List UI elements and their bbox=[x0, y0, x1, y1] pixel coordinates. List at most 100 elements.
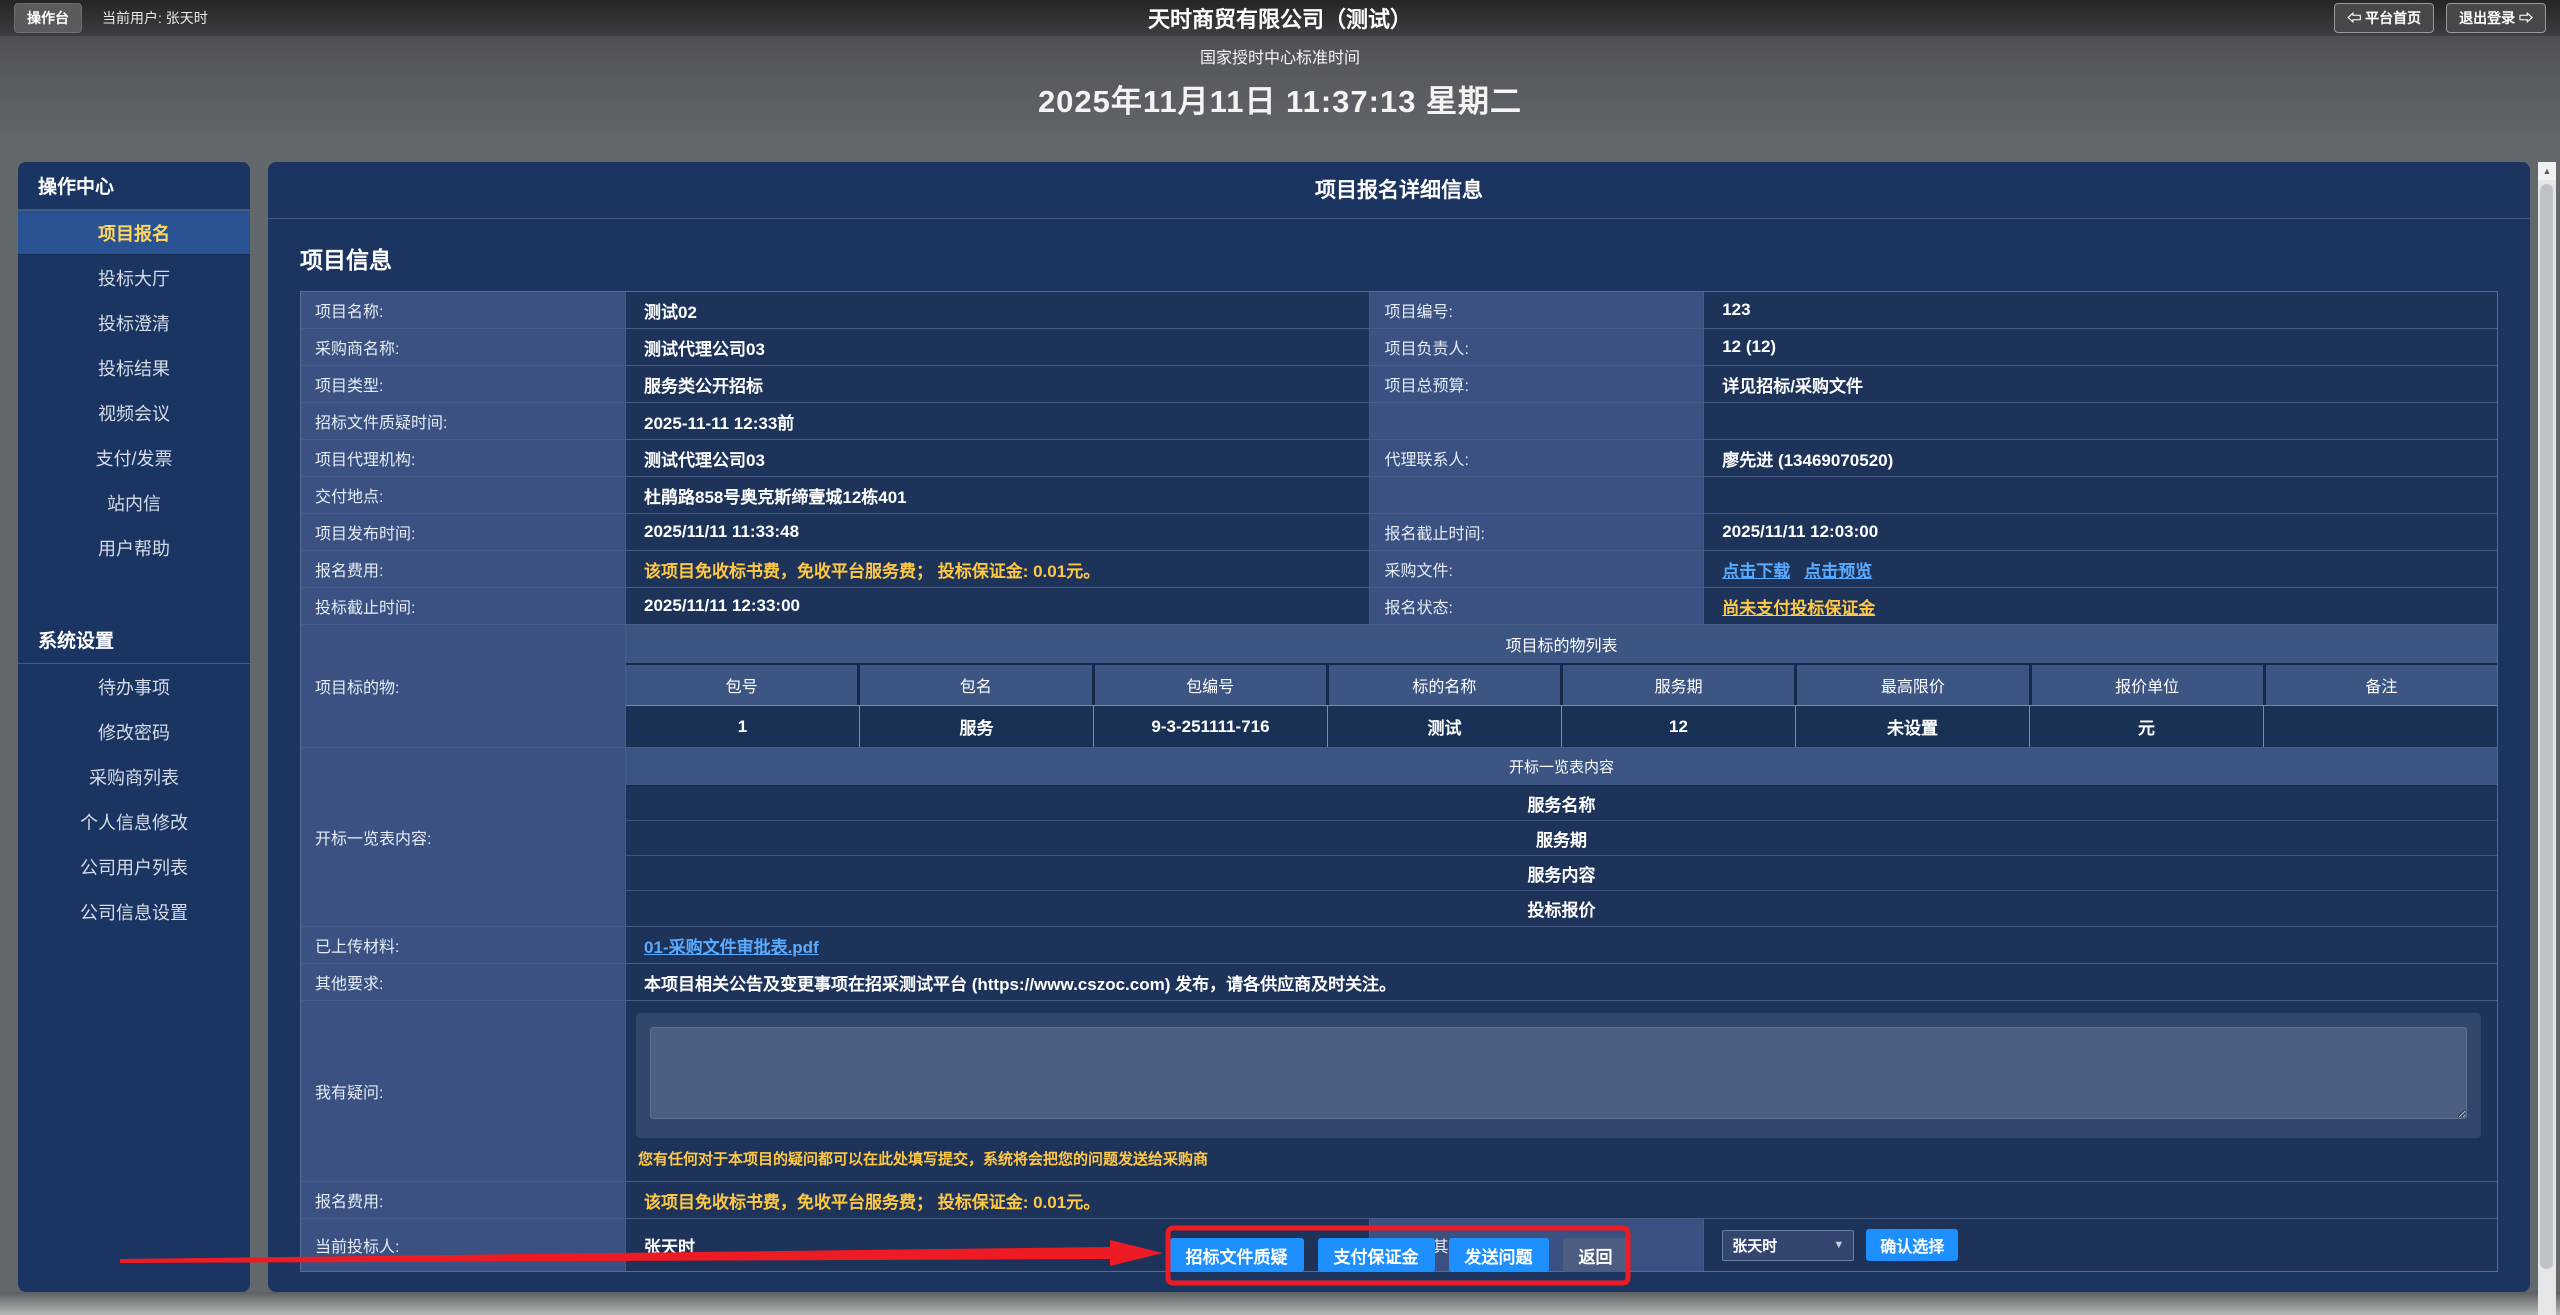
opening-list-title: 开标一览表内容 bbox=[626, 748, 2497, 786]
cell-max-price: 未设置 bbox=[1796, 706, 2030, 747]
opening-item: 投标报价 bbox=[626, 891, 2497, 926]
sidebar-item-bid-clarify[interactable]: 投标澄清 bbox=[18, 300, 250, 345]
row-label: 其他要求: bbox=[301, 964, 626, 1000]
top-bar: 操作台 当前用户: 张天时 天时商贸有限公司（测试） ⇦ 平台首页 退出登录 ⇨ bbox=[0, 0, 2560, 36]
question-box bbox=[636, 1013, 2481, 1138]
footer-actions: 招标文件质疑 支付保证金 发送问题 返回 bbox=[268, 1238, 2530, 1272]
opening-item: 服务期 bbox=[626, 821, 2497, 856]
main-panel: 项目报名详细信息 项目信息 项目名称: 测试02 项目编号: 123 采购商名称… bbox=[268, 162, 2530, 1292]
page-title: 项目报名详细信息 bbox=[268, 162, 2530, 219]
sidebar-item-change-password[interactable]: 修改密码 bbox=[18, 709, 250, 754]
bid-deadline-value: 2025/11/11 12:33:00 bbox=[626, 588, 1370, 624]
cell-package-code: 9-3-251111-716 bbox=[1094, 706, 1328, 747]
empty-value bbox=[1704, 403, 2497, 439]
package-table-title: 项目标的物列表 bbox=[626, 625, 2497, 665]
row-label: 项目代理机构: bbox=[301, 440, 626, 476]
project-info-table: 项目名称: 测试02 项目编号: 123 采购商名称: 测试代理公司03 项目负… bbox=[300, 291, 2498, 1272]
row-label: 项目负责人: bbox=[1370, 329, 1704, 365]
purchaser-name-value: 测试代理公司03 bbox=[626, 329, 1370, 365]
table-row: 报名费用: 该项目免收标书费，免收平台服务费； 投标保证金: 0.01元。 采购… bbox=[301, 551, 2497, 588]
question-textarea[interactable] bbox=[650, 1027, 2467, 1119]
table-row: 招标文件质疑时间: 2025-11-11 12:33前 bbox=[301, 403, 2497, 440]
table-row: 投标截止时间: 2025/11/11 12:33:00 报名状态: 尚未支付投标… bbox=[301, 588, 2497, 625]
table-row: 采购商名称: 测试代理公司03 项目负责人: 12 (12) bbox=[301, 329, 2497, 366]
row-label: 项目类型: bbox=[301, 366, 626, 402]
fee-row: 报名费用: 该项目免收标书费，免收平台服务费； 投标保证金: 0.01元。 bbox=[301, 1182, 2497, 1219]
table-row: 项目代理机构: 测试代理公司03 代理联系人: 廖先进 (13469070520… bbox=[301, 440, 2497, 477]
row-label: 项目编号: bbox=[1370, 292, 1704, 328]
row-label: 我有疑问: bbox=[301, 1001, 626, 1181]
sidebar-item-todo[interactable]: 待办事项 bbox=[18, 664, 250, 709]
package-table-headers: 包号 包名 包编号 标的名称 服务期 最高限价 报价单位 备注 bbox=[626, 665, 2497, 705]
fee-value: 该项目免收标书费，免收平台服务费； 投标保证金: 0.01元。 bbox=[626, 1182, 2497, 1218]
agency-contact-value: 廖先进 (13469070520) bbox=[1704, 440, 2497, 476]
package-row: 项目标的物: 项目标的物列表 包号 包名 包编号 标的名称 服务期 最高限价 报… bbox=[301, 625, 2497, 748]
pay-deposit-button[interactable]: 支付保证金 bbox=[1318, 1238, 1435, 1272]
opening-list: 开标一览表内容 服务名称 服务期 服务内容 投标报价 bbox=[626, 748, 2497, 926]
doc-challenge-button[interactable]: 招标文件质疑 bbox=[1170, 1238, 1304, 1272]
cell-package-name: 服务 bbox=[860, 706, 1094, 747]
cell-subject-name: 测试 bbox=[1328, 706, 1562, 747]
opening-list-row: 开标一览表内容: 开标一览表内容 服务名称 服务期 服务内容 投标报价 bbox=[301, 748, 2497, 927]
question-row: 我有疑问: 您有任何对于本项目的疑问都可以在此处填写提交，系统将会把您的问题发送… bbox=[301, 1001, 2497, 1182]
question-deadline-value: 2025-11-11 12:33前 bbox=[626, 403, 1370, 439]
row-label: 招标文件质疑时间: bbox=[301, 403, 626, 439]
col-header: 备注 bbox=[2266, 665, 2497, 705]
sidebar-item-project-signup[interactable]: 项目报名 bbox=[18, 210, 250, 255]
row-label: 报名费用: bbox=[301, 1182, 626, 1218]
sidebar-item-company-settings[interactable]: 公司信息设置 bbox=[18, 889, 250, 934]
company-title: 天时商贸有限公司（测试） bbox=[0, 2, 2560, 34]
row-label-empty bbox=[1370, 403, 1704, 439]
sidebar-item-user-help[interactable]: 用户帮助 bbox=[18, 525, 250, 570]
row-label: 采购文件: bbox=[1370, 551, 1704, 587]
col-header: 包编号 bbox=[1095, 665, 1326, 705]
page-footer-strip bbox=[0, 1292, 2560, 1315]
platform-home-button[interactable]: ⇦ 平台首页 bbox=[2334, 3, 2434, 33]
table-row: 项目发布时间: 2025/11/11 11:33:48 报名截止时间: 2025… bbox=[301, 514, 2497, 551]
sidebar-item-bid-hall[interactable]: 投标大厅 bbox=[18, 255, 250, 300]
sidebar-item-company-users[interactable]: 公司用户列表 bbox=[18, 844, 250, 889]
sidebar-section-operations: 操作中心 bbox=[18, 162, 250, 210]
opening-item: 服务名称 bbox=[626, 786, 2497, 821]
time-source-label: 国家授时中心标准时间 bbox=[0, 44, 2560, 68]
project-name-value: 测试02 bbox=[626, 292, 1370, 328]
opening-item: 服务内容 bbox=[626, 856, 2497, 891]
sidebar-item-bid-result[interactable]: 投标结果 bbox=[18, 345, 250, 390]
console-button[interactable]: 操作台 bbox=[14, 3, 82, 33]
sidebar-item-purchaser-list[interactable]: 采购商列表 bbox=[18, 754, 250, 799]
send-question-button[interactable]: 发送问题 bbox=[1449, 1238, 1549, 1272]
sidebar-item-site-message[interactable]: 站内信 bbox=[18, 480, 250, 525]
row-label: 项目总预算: bbox=[1370, 366, 1704, 402]
section-title-project-info: 项目信息 bbox=[268, 241, 2530, 275]
logout-button[interactable]: 退出登录 ⇨ bbox=[2446, 3, 2546, 33]
col-header: 包号 bbox=[626, 665, 857, 705]
sidebar-item-video-meeting[interactable]: 视频会议 bbox=[18, 390, 250, 435]
signup-deadline-value: 2025/11/11 12:03:00 bbox=[1704, 514, 2497, 550]
back-button[interactable]: 返回 bbox=[1563, 1238, 1629, 1272]
other-req-value: 本项目相关公告及变更事项在招采测试平台 (https://www.cszoc.c… bbox=[626, 964, 2497, 1000]
uploaded-row: 已上传材料: 01-采购文件审批表.pdf bbox=[301, 927, 2497, 964]
project-type-value: 服务类公开招标 bbox=[626, 366, 1370, 402]
vertical-scrollbar[interactable]: ▲ bbox=[2538, 162, 2556, 1315]
row-label: 项目标的物: bbox=[301, 625, 626, 747]
empty-value bbox=[1704, 477, 2497, 513]
scrollbar-thumb[interactable] bbox=[2540, 184, 2553, 1269]
row-label: 报名状态: bbox=[1370, 588, 1704, 624]
row-label: 采购商名称: bbox=[301, 329, 626, 365]
download-link[interactable]: 点击下载 bbox=[1722, 557, 1790, 582]
row-label: 项目名称: bbox=[301, 292, 626, 328]
row-label: 项目发布时间: bbox=[301, 514, 626, 550]
row-label: 已上传材料: bbox=[301, 927, 626, 963]
current-datetime: 2025年11月11日 11:37:13 星期二 bbox=[0, 76, 2560, 121]
scroll-up-icon[interactable]: ▲ bbox=[2538, 162, 2556, 180]
row-label: 代理联系人: bbox=[1370, 440, 1704, 476]
project-leader-value: 12 (12) bbox=[1704, 329, 2497, 365]
signup-status-value: 尚未支付投标保证金 bbox=[1704, 588, 2497, 624]
time-band: 国家授时中心标准时间 2025年11月11日 11:37:13 星期二 bbox=[0, 44, 2560, 121]
preview-link[interactable]: 点击预览 bbox=[1804, 557, 1872, 582]
sidebar-item-pay-invoice[interactable]: 支付/发票 bbox=[18, 435, 250, 480]
row-label: 投标截止时间: bbox=[301, 588, 626, 624]
uploaded-file-link[interactable]: 01-采购文件审批表.pdf bbox=[644, 933, 819, 958]
sidebar-item-profile-edit[interactable]: 个人信息修改 bbox=[18, 799, 250, 844]
sidebar-section-settings: 系统设置 bbox=[18, 616, 250, 664]
